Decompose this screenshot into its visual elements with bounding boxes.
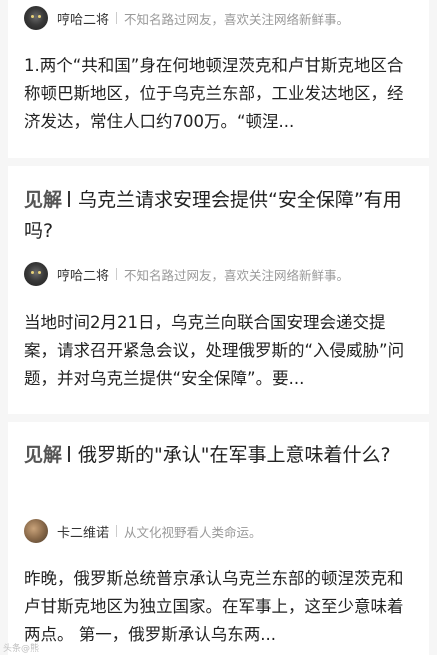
tag-divider (68, 191, 71, 207)
article-title[interactable]: 见解 乌克兰请求安理会提供“安全保障”有用吗? (8, 185, 429, 247)
author-bio: 不知名路过网友，喜欢关注网络新鲜事。 (124, 267, 350, 283)
article-title[interactable]: 见解 俄罗斯的"承认"在军事上意味着什么? (8, 440, 429, 471)
tag-divider (68, 446, 71, 462)
separator (116, 525, 118, 537)
author-row: 哼哈二将 不知名路过网友，喜欢关注网络新鲜事。 (8, 261, 349, 287)
author-row: 卡二维诺 从文化视野看人类命运。 (8, 518, 262, 544)
article-title-text[interactable]: 乌克兰请求安理会提供“安全保障”有用吗? (24, 189, 402, 242)
author-name[interactable]: 哼哈二将 (57, 265, 109, 284)
author-avatar[interactable] (24, 6, 48, 30)
insight-tag: 见解 (24, 189, 63, 211)
author-avatar[interactable] (24, 519, 48, 543)
insight-tag: 见解 (24, 444, 63, 466)
article-excerpt[interactable]: 当地时间2月21日，乌克兰向联合国安理会递交提案，请求召开紧急会议，处理俄罗斯的… (8, 309, 429, 393)
author-name[interactable]: 哼哈二将 (57, 9, 109, 28)
author-avatar[interactable] (24, 262, 48, 286)
separator (116, 268, 118, 280)
article-excerpt[interactable]: 1.两个“共和国”身在何地顿涅茨克和卢甘斯克地区合称顿巴斯地区，位于乌克兰东部，… (8, 52, 429, 136)
author-bio: 不知名路过网友，喜欢关注网络新鲜事。 (124, 11, 350, 27)
author-row: 哼哈二将 不知名路过网友，喜欢关注网络新鲜事。 (8, 5, 349, 31)
separator (116, 12, 118, 24)
article-title-text[interactable]: 俄罗斯的"承认"在军事上意味着什么? (78, 444, 391, 466)
article-card-2[interactable]: 见解 乌克兰请求安理会提供“安全保障”有用吗? 哼哈二将 不知名路过网友，喜欢关注… (8, 166, 429, 414)
article-card-1[interactable]: 哼哈二将 不知名路过网友，喜欢关注网络新鲜事。 1.两个“共和国”身在何地顿涅茨… (8, 0, 429, 158)
watermark: 头条@熊 (3, 644, 40, 654)
author-name[interactable]: 卡二维诺 (57, 522, 109, 541)
article-excerpt[interactable]: 昨晚，俄罗斯总统普京承认乌克兰东部的顿涅茨克和卢甘斯克地区为独立国家。在军事上，… (8, 565, 429, 649)
article-card-3[interactable]: 见解 俄罗斯的"承认"在军事上意味着什么? 卡二维诺 从文化视野看人类命运。 昨晚… (8, 422, 429, 655)
author-bio: 从文化视野看人类命运。 (124, 524, 262, 540)
